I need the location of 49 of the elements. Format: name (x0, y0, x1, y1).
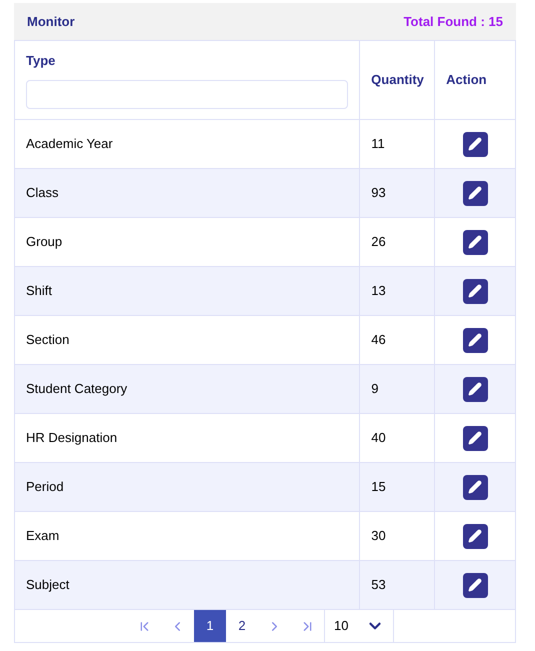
table-cell-text: 53 (371, 576, 386, 594)
table-cell-text: Academic Year (26, 135, 113, 154)
edit-button[interactable] (462, 278, 488, 304)
table-cell-text: Section (26, 331, 70, 350)
edit-button[interactable] (462, 572, 488, 598)
pencil-icon (468, 186, 482, 200)
page-button[interactable]: 2 (226, 610, 258, 642)
edit-button[interactable] (462, 132, 488, 156)
edit-button[interactable] (462, 376, 488, 402)
column-header: Type (26, 52, 56, 70)
pencil-icon (468, 235, 482, 249)
table-cell-text: Exam (26, 527, 60, 546)
table-cell-text: 93 (371, 184, 386, 202)
table-cell-text: Period (26, 478, 64, 496)
table-cell-text: 9 (371, 380, 379, 398)
table-cell-text: 13 (371, 282, 386, 300)
table-cell-text: 26 (371, 233, 386, 252)
page-size-select[interactable]: 10 (324, 610, 394, 642)
pencil-icon (468, 529, 482, 543)
edit-button[interactable] (462, 524, 488, 548)
table-cell-text: Student Category (26, 380, 128, 398)
edit-button[interactable] (462, 474, 488, 500)
column-header: Action (446, 71, 488, 90)
table-cell-text: Shift (26, 282, 52, 300)
pencil-icon (468, 382, 482, 396)
table-cell-text: 11 (371, 135, 385, 154)
pencil-icon (468, 480, 482, 494)
table-cell-text: 46 (371, 331, 386, 350)
page-button[interactable]: 1 (194, 610, 226, 642)
panel-title: Monitor (27, 12, 75, 31)
edit-button[interactable] (462, 180, 488, 206)
edit-button[interactable] (462, 426, 488, 450)
column-header: Quantity (371, 71, 424, 90)
table-cell-text: Group (26, 233, 62, 252)
table-cell-text: 30 (371, 527, 386, 546)
table-cell-text: 15 (371, 478, 386, 496)
pencil-icon (468, 137, 482, 151)
pencil-icon (468, 578, 482, 592)
table-cell-text: 40 (371, 429, 386, 448)
pencil-icon (468, 431, 482, 445)
edit-button[interactable] (462, 230, 488, 254)
table-cell-text: Class (26, 184, 59, 202)
total-count: Total Found : 15 (404, 12, 503, 31)
pencil-icon (468, 333, 482, 347)
filter-input[interactable] (26, 80, 348, 109)
edit-button[interactable] (462, 328, 488, 352)
pencil-icon (468, 284, 482, 298)
table-cell-text: HR Designation (26, 429, 118, 448)
table-cell-text: Subject (26, 576, 70, 594)
